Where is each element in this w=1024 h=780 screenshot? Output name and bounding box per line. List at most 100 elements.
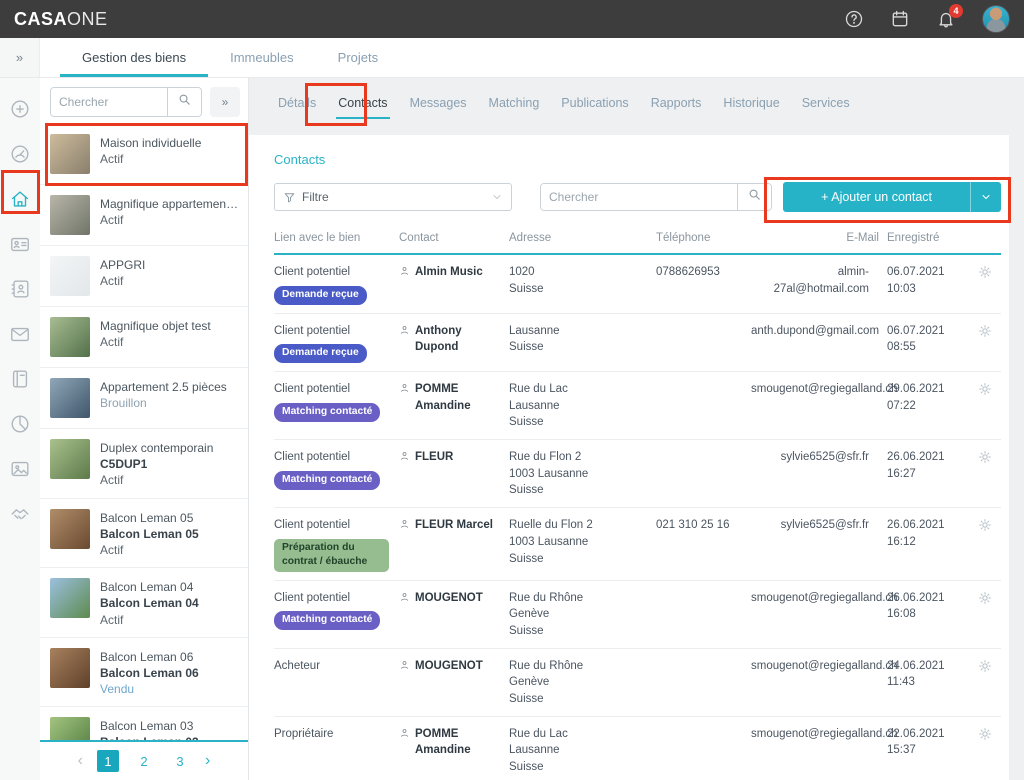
notebook-icon[interactable] [9,368,31,390]
property-list-item[interactable]: Balcon Leman 03Balcon Leman 03Actif [40,707,248,740]
tab-matching[interactable]: Matching [478,92,551,119]
tab-contacts[interactable]: Contacts [327,92,398,119]
pagination-next-icon[interactable]: › [205,752,210,770]
gear-icon[interactable] [977,449,991,465]
property-title: Maison individuelle [100,135,201,151]
collapse-sidebar-button[interactable]: » [0,38,40,77]
search-icon [177,92,192,112]
id-card-icon[interactable] [9,233,31,255]
property-search-button[interactable] [167,88,201,116]
tab-services[interactable]: Services [791,92,861,119]
address-line: 1003 Lausanne [509,534,646,551]
property-list-item[interactable]: APPGRIActif [40,246,248,307]
handshake-icon[interactable] [9,503,31,525]
property-list-item[interactable]: Maison individuelleActif [40,124,248,185]
gear-icon[interactable] [977,381,991,397]
address-line: Genève [509,674,646,691]
user-avatar[interactable] [982,5,1010,33]
home-icon[interactable] [9,188,31,210]
address-line: Rue du Lac [509,726,646,743]
contact-name[interactable]: MOUGENOT [415,658,483,675]
filter-dropdown[interactable]: Filtre [274,183,512,211]
module-tab-0[interactable]: Gestion des biens [60,38,208,77]
module-tab-1[interactable]: Immeubles [208,38,316,77]
add-contact-dropdown-toggle[interactable] [970,182,1001,212]
property-search-input[interactable] [51,88,167,116]
tab-historique[interactable]: Historique [712,92,790,119]
cell-registered-date: 29.06.2021 07:22 [879,381,974,431]
gear-icon[interactable] [977,517,991,533]
property-code: Balcon Leman 04 [100,595,199,611]
contact-table-row[interactable]: Client potentielMatching contactéPOMME A… [274,372,1001,440]
gear-icon[interactable] [977,726,991,742]
contact-name[interactable]: POMME Amandine [415,726,499,759]
cell-registered-date: 26.06.2021 16:27 [879,449,974,499]
gear-icon[interactable] [977,658,991,674]
property-title: Appartement 2.5 pièces [100,379,227,395]
notifications-bell-icon[interactable]: 4 [936,9,956,29]
contact-name[interactable]: POMME Amandine [415,381,499,414]
casaone-app: CASAONE 4 » Gestion des biensImmeublesPr… [0,0,1024,780]
tab-d-tails[interactable]: Détails [267,92,327,119]
mail-icon[interactable] [9,323,31,345]
pagination-prev-icon[interactable]: ‹ [78,752,83,770]
property-list-item[interactable]: Appartement 2.5 piècesBrouillon [40,368,248,429]
cell-contact: POMME Amandine [399,381,509,431]
property-list-item[interactable]: Magnifique appartement test...Actif [40,185,248,246]
tab-messages[interactable]: Messages [399,92,478,119]
pagination-page-2[interactable]: 2 [133,750,155,772]
contact-name[interactable]: MOUGENOT [415,590,483,607]
pagination-page-3[interactable]: 3 [169,750,191,772]
cell-contact: Almin Music [399,264,509,305]
tab-publications[interactable]: Publications [550,92,639,119]
property-list-item[interactable]: Magnifique objet testActif [40,307,248,368]
logo-bold: CASA [14,9,67,29]
contacts-search-button[interactable] [737,184,771,210]
contact-table-row[interactable]: Client potentielMatching contactéMOUGENO… [274,581,1001,649]
add-contact-button[interactable]: + Ajouter un contact [783,182,970,212]
photos-icon[interactable] [9,458,31,480]
dashboard-icon[interactable] [9,143,31,165]
property-list-item[interactable]: Balcon Leman 06Balcon Leman 06Vendu [40,638,248,708]
contact-table-row[interactable]: AcheteurMOUGENOTRue du RhôneGenèveSuisse… [274,649,1001,717]
contact-table-row[interactable]: Client potentielDemande reçueAlmin Music… [274,255,1001,314]
property-list-item[interactable]: Balcon Leman 04Balcon Leman 04Actif [40,568,248,638]
pie-chart-icon[interactable] [9,413,31,435]
expand-panel-button[interactable]: » [210,87,240,117]
status-badge: Demande reçue [274,286,367,305]
contact-name[interactable]: FLEUR [415,449,453,466]
help-icon[interactable] [844,9,864,29]
property-thumbnail [50,717,90,740]
calendar-icon[interactable] [890,9,910,29]
contact-table-row[interactable]: PropriétairePOMME AmandineRue du LacLaus… [274,717,1001,780]
contact-name[interactable]: Anthony Dupond [415,323,499,356]
property-title: Balcon Leman 04 [100,579,199,595]
contact-table-row[interactable]: Client potentielPréparation du contrat /… [274,508,1001,580]
contacts-search-input[interactable] [541,184,737,210]
status-badge: Matching contacté [274,471,380,490]
cell-actions [977,658,1001,708]
cell-phone [656,590,751,640]
contact-table-row[interactable]: Client potentielMatching contactéFLEURRu… [274,440,1001,508]
column-header-address: Adresse [509,232,656,244]
property-list-item[interactable]: Duplex contemporainC5DUP1Actif [40,429,248,499]
contact-table-row[interactable]: Client potentielDemande reçue Anthony Dup… [274,314,1001,373]
status-badge: Matching contacté [274,403,380,422]
gear-icon[interactable] [977,590,991,606]
add-circle-icon[interactable] [9,98,31,120]
property-list-item[interactable]: Balcon Leman 05Balcon Leman 05Actif [40,499,248,569]
property-meta: Balcon Leman 06Balcon Leman 06Vendu [100,648,199,698]
contact-name[interactable]: Almin Music [415,264,483,281]
contact-name[interactable]: FLEUR Marcel [415,517,493,534]
pagination-page-1[interactable]: 1 [97,750,119,772]
tab-rapports[interactable]: Rapports [640,92,713,119]
cell-link-type: Client potentielDemande reçue [274,323,399,364]
gear-icon[interactable] [977,264,991,280]
gear-icon[interactable] [977,323,991,339]
address-line: Rue du Rhône [509,658,646,675]
logo-light: ONE [67,9,108,29]
contacts-search-group [540,183,772,211]
module-tab-2[interactable]: Projets [316,38,400,77]
cell-phone: 0788626953 [656,264,751,305]
contacts-book-icon[interactable] [9,278,31,300]
